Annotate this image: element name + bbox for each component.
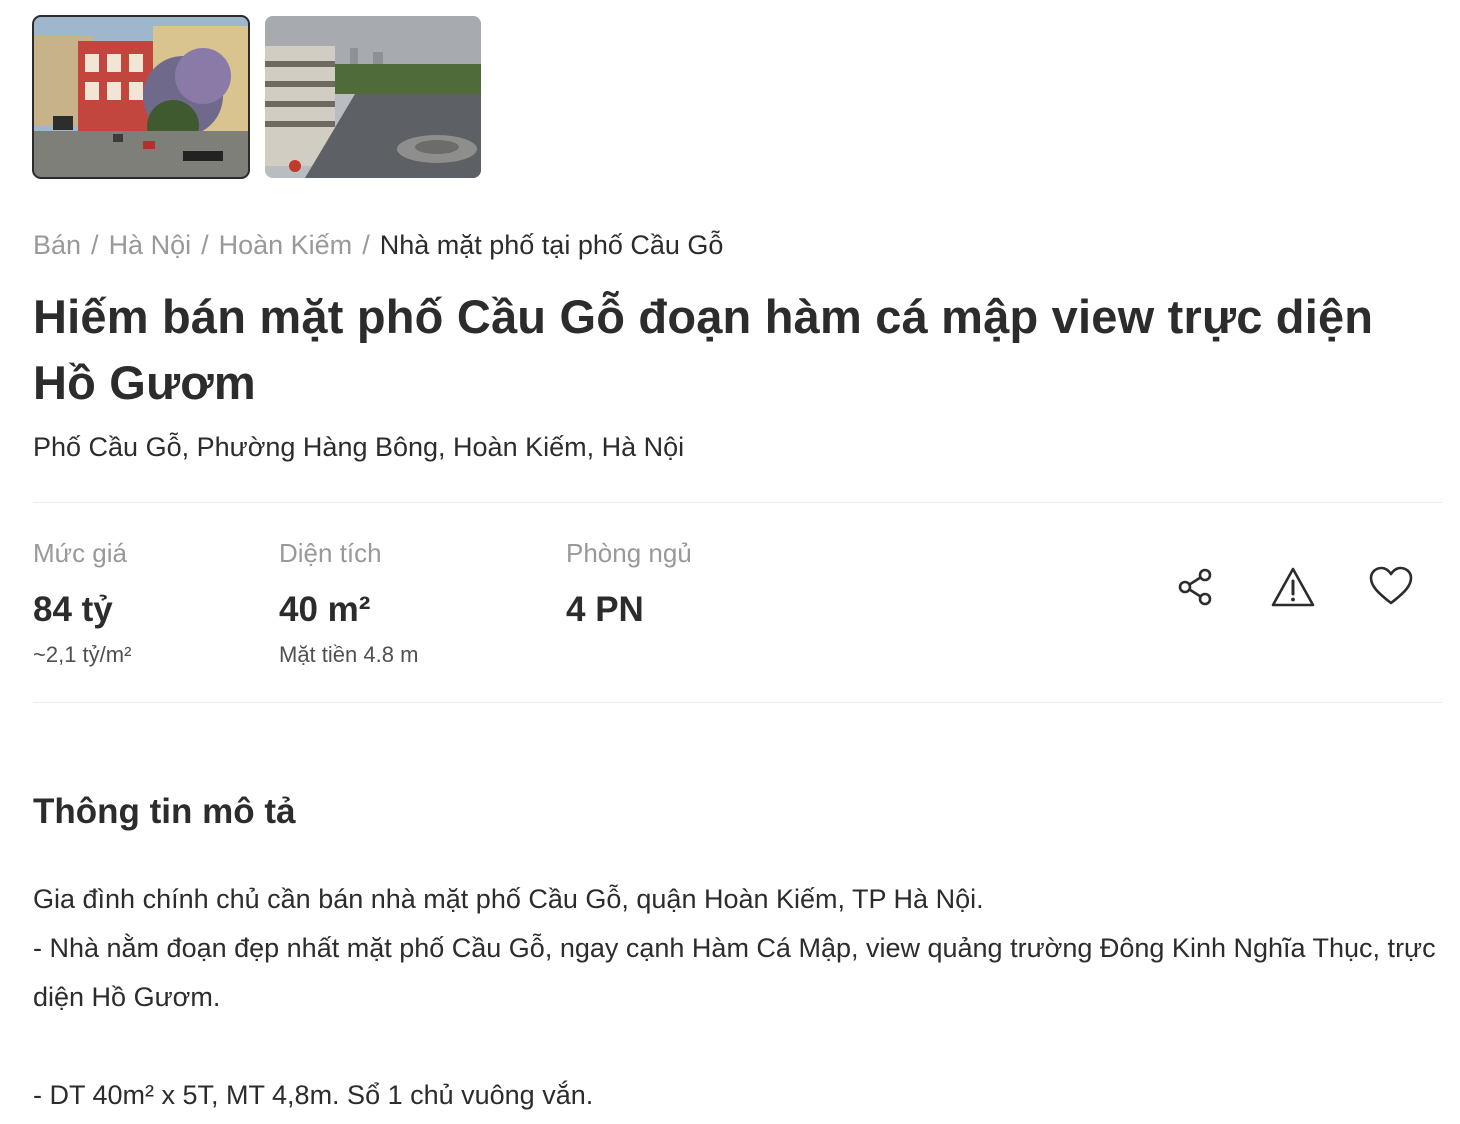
area-stat: Diện tích 40 m² Mặt tiền 4.8 m	[279, 538, 418, 668]
price-label: Mức giá	[33, 538, 127, 568]
bedrooms-label: Phòng ngủ	[566, 538, 692, 568]
breadcrumb-separator: /	[91, 230, 99, 260]
breadcrumb-separator: /	[201, 230, 209, 260]
breadcrumb: Bán / Hà Nội / Hoàn Kiếm / Nhà mặt phố tại phố…	[33, 230, 723, 261]
gallery-thumbnail-1[interactable]	[32, 15, 250, 179]
square-photo	[265, 16, 481, 178]
listing-title: Hiếm bán mặt phố Cầu Gỗ đoạn hàm cá mập …	[33, 290, 1374, 409]
bedrooms-value: 4 PN	[566, 590, 644, 629]
save-favorite-button[interactable]	[1366, 562, 1416, 612]
listing-address: Phố Cầu Gỗ, Phường Hàng Bông, Hoàn Kiếm,…	[33, 432, 685, 462]
price-stat: Mức giá 84 tỷ ~2,1 tỷ/m²	[33, 538, 131, 668]
price-per-m2: ~2,1 tỷ/m²	[33, 642, 132, 667]
description-line: Gia đình chính chủ cần bán nhà mặt phố C…	[33, 884, 984, 914]
bedrooms-stat: Phòng ngủ 4 PN	[566, 538, 692, 630]
description-heading: Thông tin mô tả	[33, 792, 296, 831]
breadcrumb-link-ban[interactable]: Bán	[33, 230, 81, 260]
street-photo	[33, 16, 249, 178]
divider	[33, 702, 1442, 703]
area-label: Diện tích	[279, 538, 382, 568]
heart-icon	[1369, 566, 1413, 605]
breadcrumb-link-hoan-kiem[interactable]: Hoàn Kiếm	[219, 230, 353, 260]
listing-actions	[1170, 562, 1416, 612]
description-body: Gia đình chính chủ cần bán nhà mặt phố C…	[33, 875, 1442, 1120]
breadcrumb-current: Nhà mặt phố tại phố Cầu Gỗ	[379, 230, 724, 260]
price-value: 84 tỷ	[33, 590, 113, 629]
frontage-value: Mặt tiền 4.8 m	[279, 642, 419, 667]
share-button[interactable]	[1170, 562, 1220, 612]
gallery-thumbnail-2[interactable]	[265, 16, 481, 178]
description-line: - DT 40m² x 5T, MT 4,8m. Sổ 1 chủ vuông …	[33, 1080, 594, 1110]
description-line: - Nhà nằm đoạn đẹp nhất mặt phố Cầu Gỗ, …	[33, 933, 1436, 1012]
gallery-thumbnails	[32, 15, 481, 179]
share-icon	[1178, 568, 1212, 606]
description-line	[33, 1022, 1442, 1071]
report-warning-icon	[1271, 567, 1315, 607]
divider	[33, 502, 1442, 503]
report-button[interactable]	[1268, 562, 1318, 612]
area-value: 40 m²	[279, 590, 371, 629]
breadcrumb-separator: /	[362, 230, 370, 260]
breadcrumb-link-ha-noi[interactable]: Hà Nội	[109, 230, 192, 260]
